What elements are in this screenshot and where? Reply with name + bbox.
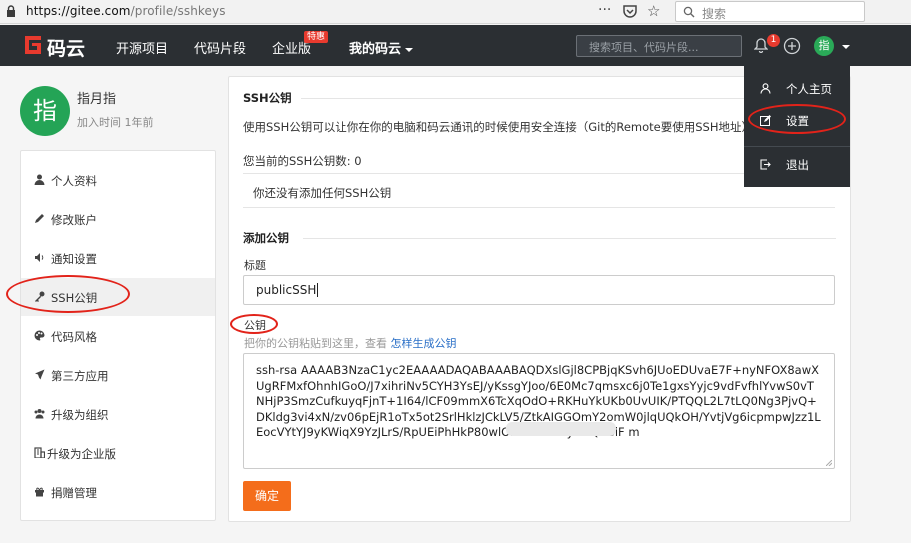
browser-toolbar: https://gitee.com/profile/sshkeys ··· ☆ … [0,0,911,24]
group-icon [34,409,45,419]
submit-button[interactable]: 确定 [243,481,291,511]
volume-icon [35,253,44,262]
gitee-logo[interactable]: 码云 [22,33,90,60]
lock-icon [7,5,15,17]
sidebar-item-upgrade-organization[interactable]: 升级为组织 [21,395,215,433]
how-to-generate-key-link[interactable]: 怎样生成公钥 [391,337,457,350]
logout-icon [760,159,771,170]
divider [744,146,850,147]
profile-name[interactable]: 指月指 [77,88,116,107]
pencil-icon [35,214,44,223]
logo-mark-icon [25,36,41,54]
rocket-icon [35,369,45,380]
dropdown-item-logout[interactable]: 退出 [744,150,850,178]
ssh-description: 使用SSH公钥可以让你在你的电脑和码云通讯的时候使用安全连接（Git的Remot… [243,120,753,134]
sidebar-item-donation[interactable]: 捐赠管理 [21,473,215,511]
user-icon [34,174,45,185]
gift-icon [35,487,44,497]
divider [243,207,835,208]
sidebar-item-upgrade-enterprise[interactable]: 升级为企业版 [21,434,215,472]
chevron-down-icon [842,45,850,49]
palette-icon [34,330,45,341]
key-field-hint: 把你的公钥粘贴到这里，查看 怎样生成公钥 [244,337,457,350]
user-avatar-menu[interactable]: 指 [814,36,834,56]
chevron-down-icon [405,47,414,52]
settings-sidebar: 个人资料 修改账户 通知设置 SSH公钥 代码风格 第三方应用 升级为组织 升级… [20,150,216,521]
ssh-key-count: 您当前的SSH公钥数: 0 [243,154,362,168]
title-field-label: 标题 [244,259,266,272]
sidebar-item-code-style[interactable]: 代码风格 [21,317,215,355]
browser-search-placeholder: 搜索 [702,7,727,21]
notification-count-badge: 1 [767,34,780,47]
sidebar-item-account[interactable]: 修改账户 [21,200,215,238]
browser-search-input[interactable]: 搜索 [675,1,865,22]
empty-keys-message: 你还没有添加任何SSH公钥 [253,186,392,200]
pocket-icon[interactable] [623,5,637,18]
plus-circle-icon[interactable] [783,37,801,55]
public-key-textarea[interactable]: ssh-rsa AAAAB3NzaC1yc2EAAAADAQABAAABAQDX… [243,353,835,469]
page-actions-icon[interactable]: ··· [598,2,611,18]
nav-link-snippets[interactable]: 代码片段 [194,38,246,57]
dropdown-item-homepage[interactable]: 个人主页 [744,74,850,102]
bell-icon[interactable] [754,38,768,53]
profile-join-date: 加入时间 1年前 [77,116,154,129]
person-icon [760,83,771,94]
sidebar-item-third-party-apps[interactable]: 第三方应用 [21,356,215,394]
address-bar[interactable]: https://gitee.com/profile/sshkeys [26,4,226,18]
nav-link-my-gitee[interactable]: 我的码云 [349,38,414,57]
sidebar-item-notifications[interactable]: 通知设置 [21,239,215,277]
search-icon [683,6,695,18]
annotation-ellipse [748,104,846,134]
resize-handle-icon[interactable] [826,460,832,466]
nav-link-opensource[interactable]: 开源项目 [116,38,168,57]
bookmark-star-icon[interactable]: ☆ [647,2,660,20]
section-title-add-key: 添加公钥 [243,231,289,245]
site-search-input[interactable]: 搜索项目、代码片段... [576,35,742,57]
annotation-ellipse [230,314,278,334]
building-icon [34,447,45,458]
site-header: 码云 开源项目 代码片段 企业版 特惠 我的码云 搜索项目、代码片段... 1 … [0,25,911,66]
key-title-input[interactable]: publicSSH [243,275,835,305]
section-title-ssh: SSH公钥 [243,91,292,105]
enterprise-promo-badge: 特惠 [304,31,329,43]
redacted-blur [506,422,616,436]
annotation-ellipse [6,275,130,313]
divider [303,238,836,239]
profile-avatar[interactable]: 指 [20,86,70,136]
sidebar-item-profile[interactable]: 个人资料 [21,161,215,199]
